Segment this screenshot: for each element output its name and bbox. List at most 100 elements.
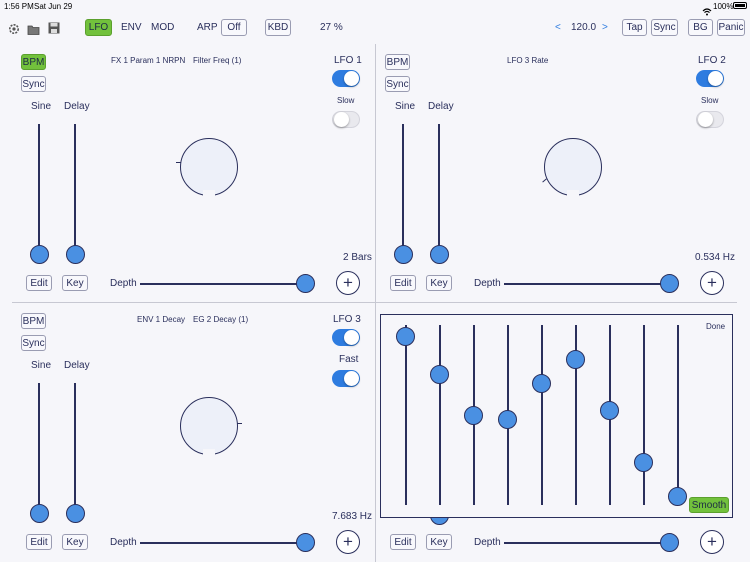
done-button[interactable]: Done: [706, 322, 725, 331]
depth-slider-thumb[interactable]: [296, 274, 315, 293]
edit-button[interactable]: Edit: [26, 275, 52, 291]
rate-value: 2 Bars: [343, 252, 372, 263]
folder-icon[interactable]: [27, 22, 40, 40]
tempo-decrease-button[interactable]: <: [555, 22, 561, 33]
wave-slider-track: [38, 383, 40, 513]
tab-mod[interactable]: MOD: [151, 22, 174, 33]
wave-slider-track: [402, 124, 404, 254]
mode-label: Slow: [337, 96, 355, 105]
sync-button[interactable]: Sync: [385, 76, 410, 92]
wave-slider-thumb[interactable]: [394, 245, 413, 264]
sync-button[interactable]: Sync: [21, 335, 46, 351]
bpm-button[interactable]: BPM: [21, 54, 46, 70]
key-button[interactable]: Key: [62, 275, 88, 291]
rate-value: 0.534 Hz: [695, 252, 736, 263]
tap-button[interactable]: Tap: [622, 19, 647, 36]
mod-target-1: FX 1 Param 1 NRPN: [111, 56, 186, 65]
delay-slider-track: [438, 124, 440, 254]
wave-label: Sine: [31, 101, 52, 112]
lfo2-enable-toggle[interactable]: [696, 70, 724, 87]
kbd-button[interactable]: KBD: [265, 19, 291, 36]
save-icon[interactable]: [48, 21, 60, 39]
lfo1-enable-toggle[interactable]: [332, 70, 360, 87]
wave-slider-thumb[interactable]: [30, 245, 49, 264]
depth-label: Depth: [474, 278, 501, 289]
depth-slider-thumb[interactable]: [296, 533, 315, 552]
step-slider-thumb[interactable]: [634, 452, 653, 472]
status-date: Sat Jun 29: [34, 2, 73, 11]
delay-slider-thumb[interactable]: [66, 245, 85, 264]
speed-mode-toggle[interactable]: [696, 111, 724, 128]
mode-label: Fast: [339, 354, 359, 365]
arp-label: ARP: [197, 22, 218, 33]
dial-indicator: [176, 162, 181, 163]
add-button[interactable]: +: [336, 530, 360, 554]
battery-icon: [733, 2, 747, 9]
step-slider-thumb[interactable]: [396, 326, 415, 346]
delay-slider-thumb[interactable]: [430, 245, 449, 264]
edit-button[interactable]: Edit: [390, 275, 416, 291]
key-button[interactable]: Key: [426, 534, 452, 550]
bpm-button[interactable]: BPM: [21, 313, 46, 329]
bg-button[interactable]: BG: [688, 19, 713, 36]
sync-button[interactable]: Sync: [21, 76, 46, 92]
depth-slider-track: [140, 542, 306, 544]
delay-slider-thumb[interactable]: [66, 504, 85, 523]
depth-slider-thumb[interactable]: [660, 274, 679, 293]
horizontal-divider: [12, 302, 737, 303]
smooth-button[interactable]: Smooth: [689, 497, 729, 513]
step-editor-overlay: Done Smooth: [380, 314, 733, 518]
dial-indicator: [542, 178, 547, 183]
lfo3-enable-toggle[interactable]: [332, 329, 360, 346]
key-button[interactable]: Key: [62, 534, 88, 550]
step-slider-thumb[interactable]: [566, 350, 585, 370]
delay-slider-track: [74, 124, 76, 254]
step-slider-thumb[interactable]: [498, 409, 517, 429]
step-slider-thumb[interactable]: [532, 373, 551, 393]
mod-target-1: ENV 1 Decay: [137, 315, 186, 324]
depth-slider-thumb[interactable]: [660, 533, 679, 552]
edit-button[interactable]: Edit: [390, 534, 416, 550]
bpm-button[interactable]: BPM: [385, 54, 410, 70]
zoom-percent: 27 %: [320, 22, 343, 33]
depth-label: Depth: [110, 278, 137, 289]
delay-label: Delay: [428, 101, 454, 112]
edit-button[interactable]: Edit: [26, 534, 52, 550]
tab-env[interactable]: ENV: [121, 22, 142, 33]
wave-label: Sine: [31, 360, 52, 371]
depth-slider-track: [140, 283, 306, 285]
depth-slider-track: [504, 283, 670, 285]
key-button[interactable]: Key: [426, 275, 452, 291]
arp-toggle-button[interactable]: Off: [221, 19, 247, 36]
step-slider-thumb[interactable]: [668, 487, 687, 506]
add-button[interactable]: +: [336, 271, 360, 295]
gear-icon[interactable]: [8, 22, 20, 40]
step-slider-track: [405, 325, 407, 505]
depth-label: Depth: [474, 537, 501, 548]
tab-lfo[interactable]: LFO: [85, 19, 112, 36]
step-slider-thumb[interactable]: [464, 406, 483, 425]
vertical-divider: [375, 44, 376, 562]
panel-title: LFO 1: [334, 55, 362, 66]
sync-button[interactable]: Sync: [651, 19, 678, 36]
step-slider-track: [643, 325, 645, 505]
depth-slider-track: [504, 542, 670, 544]
step-slider-thumb[interactable]: [430, 364, 449, 384]
wave-slider-thumb[interactable]: [30, 504, 49, 523]
step-slider-track: [439, 325, 441, 505]
add-button[interactable]: +: [700, 530, 724, 554]
wave-slider-track: [38, 124, 40, 254]
rate-dial[interactable]: [180, 138, 238, 198]
mod-target-1: LFO 3 Rate: [507, 56, 549, 65]
step-slider-thumb[interactable]: [600, 400, 619, 420]
tempo-increase-button[interactable]: >: [602, 22, 608, 33]
delay-label: Delay: [64, 360, 90, 371]
delay-slider-track: [74, 383, 76, 513]
tempo-value: 120.0: [571, 22, 597, 33]
rate-dial[interactable]: [180, 397, 238, 457]
panic-button[interactable]: Panic: [717, 19, 745, 36]
speed-mode-toggle[interactable]: [332, 111, 360, 128]
add-button[interactable]: +: [700, 271, 724, 295]
speed-mode-toggle[interactable]: [332, 370, 360, 387]
rate-dial[interactable]: [544, 138, 602, 198]
